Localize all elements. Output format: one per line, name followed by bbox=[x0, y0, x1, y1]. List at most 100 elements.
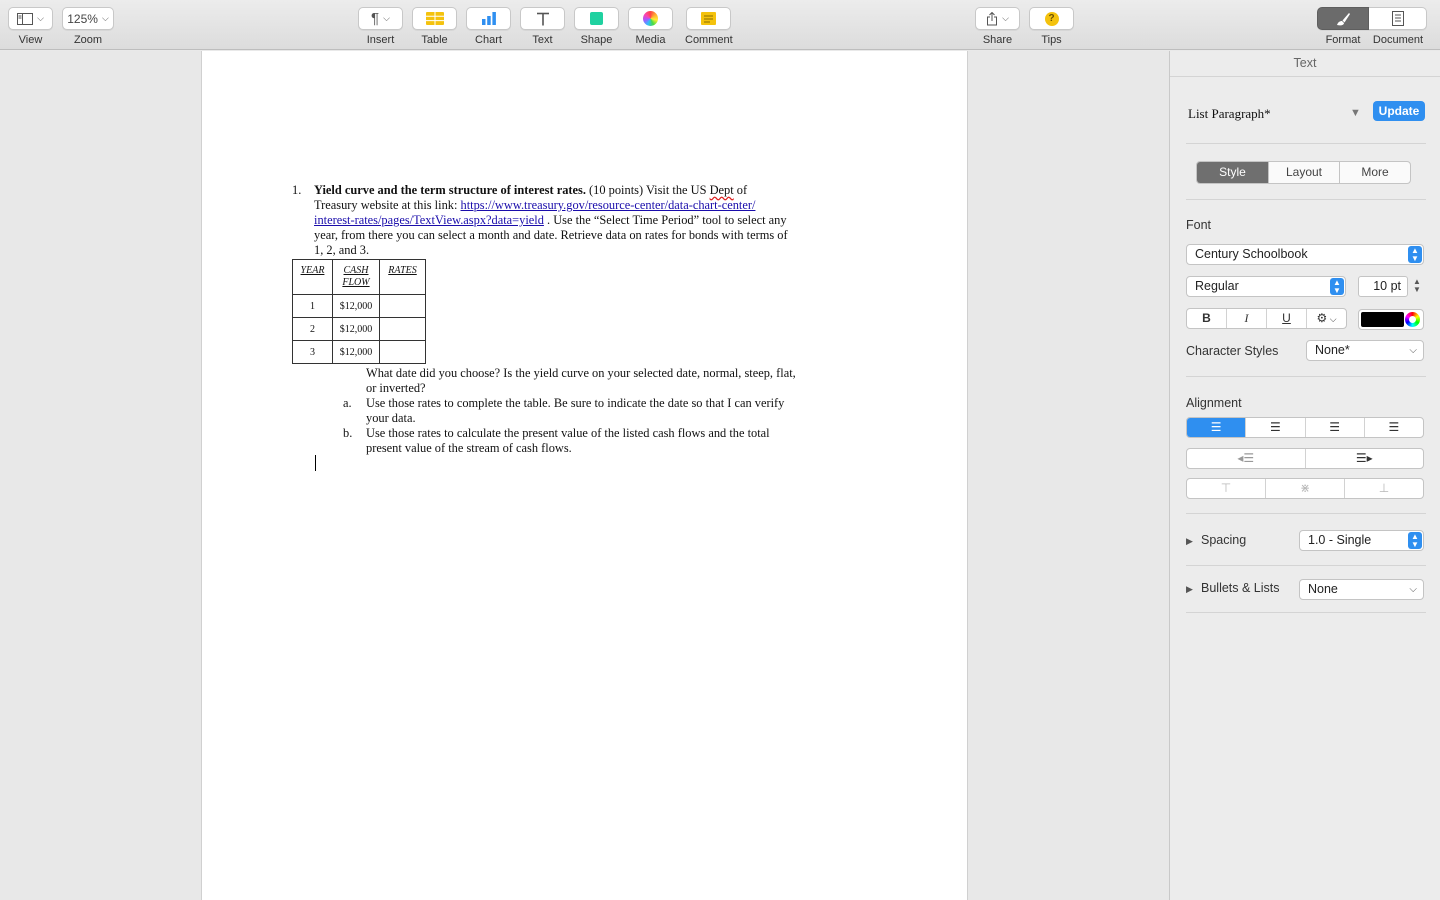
increase-indent-button[interactable]: ☰▸ bbox=[1304, 449, 1424, 468]
align-left-button[interactable]: ☰ bbox=[1187, 418, 1246, 437]
cash-flow-table[interactable]: YEAR CASH FLOW RATES 1 $12,000 2 $12,000… bbox=[292, 259, 426, 364]
document-button[interactable] bbox=[1369, 7, 1427, 30]
paragraph-line[interactable]: Use those rates to calculate the present… bbox=[366, 426, 770, 441]
table-button[interactable] bbox=[412, 7, 457, 30]
document-page[interactable]: 1. Yield curve and the term structure of… bbox=[201, 51, 968, 900]
format-button[interactable] bbox=[1317, 7, 1369, 30]
tab-more[interactable]: More bbox=[1339, 162, 1410, 183]
paragraph-line[interactable]: your data. bbox=[366, 411, 416, 426]
text-options-button[interactable]: ⚙ ⌵ bbox=[1306, 309, 1346, 328]
divider bbox=[1186, 143, 1426, 144]
font-typeface-select[interactable]: Regular ▲ ▼ bbox=[1186, 276, 1346, 297]
zoom-label: Zoom bbox=[73, 34, 103, 46]
underline-button[interactable]: U bbox=[1266, 309, 1306, 328]
table-header-cell[interactable]: RATES bbox=[379, 259, 426, 295]
inspector-segmented-control[interactable] bbox=[1317, 7, 1427, 30]
disclosure-triangle-icon[interactable]: ▶ bbox=[1186, 536, 1193, 547]
table-cell[interactable] bbox=[379, 294, 426, 318]
shape-control[interactable]: Shape bbox=[574, 7, 619, 46]
update-style-button[interactable]: Update bbox=[1373, 101, 1425, 121]
tips-button[interactable]: ? bbox=[1029, 7, 1074, 30]
tips-control[interactable]: ? Tips bbox=[1029, 7, 1074, 46]
font-family-select[interactable]: Century Schoolbook ▲ ▼ bbox=[1186, 244, 1424, 265]
share-control[interactable]: ⌵ Share bbox=[975, 7, 1020, 46]
table-cell[interactable]: $12,000 bbox=[332, 317, 380, 341]
table-cell[interactable]: 1 bbox=[292, 294, 333, 318]
line-spacing-select[interactable]: 1.0 - Single ▲ ▼ bbox=[1299, 530, 1424, 551]
format-label: Format bbox=[1325, 34, 1361, 46]
italic-button[interactable]: I bbox=[1226, 309, 1266, 328]
paragraph-line[interactable]: What date did you choose? Is the yield c… bbox=[366, 366, 796, 381]
paragraph-line[interactable]: or inverted? bbox=[366, 381, 426, 396]
share-button[interactable]: ⌵ bbox=[975, 7, 1020, 30]
paragraph-line[interactable]: 1, 2, and 3. bbox=[314, 243, 369, 258]
align-center-button[interactable]: ☰ bbox=[1245, 418, 1304, 437]
align-top-button[interactable]: ⊤ bbox=[1187, 479, 1265, 498]
zoom-control[interactable]: 125% ⌵ Zoom bbox=[62, 7, 114, 46]
shape-label: Shape bbox=[580, 34, 613, 46]
view-button[interactable]: ⌵ bbox=[8, 7, 53, 30]
bold-button[interactable]: B bbox=[1187, 309, 1226, 328]
tab-layout[interactable]: Layout bbox=[1268, 162, 1339, 183]
text-button[interactable] bbox=[520, 7, 565, 30]
comment-button[interactable] bbox=[686, 7, 732, 30]
bullets-lists-section-label[interactable]: Bullets & Lists bbox=[1201, 581, 1280, 595]
table-cell[interactable]: 3 bbox=[292, 340, 333, 364]
table-cell[interactable]: 2 bbox=[292, 317, 333, 341]
treasury-link[interactable]: https://www.treasury.gov/resource-center… bbox=[461, 198, 756, 212]
paragraph-line[interactable]: interest-rates/pages/TextView.aspx?data=… bbox=[314, 213, 787, 228]
align-right-icon: ☰ bbox=[1329, 420, 1340, 434]
pilcrow-icon: ¶ bbox=[371, 10, 380, 27]
paragraph-line[interactable]: present value of the stream of cash flow… bbox=[366, 441, 572, 456]
disclosure-triangle-icon[interactable]: ▶ bbox=[1186, 584, 1193, 595]
paragraph-line[interactable]: Yield curve and the term structure of in… bbox=[314, 183, 747, 198]
align-bottom-button[interactable]: ⊥ bbox=[1344, 479, 1423, 498]
character-style-select[interactable]: None* ⌵ bbox=[1306, 340, 1424, 361]
color-swatch[interactable] bbox=[1361, 312, 1404, 327]
chart-button[interactable] bbox=[466, 7, 511, 30]
insert-control[interactable]: ¶ ⌵ Insert bbox=[358, 7, 403, 46]
spacing-section-label[interactable]: Spacing bbox=[1201, 533, 1246, 547]
character-styles-label: Character Styles bbox=[1186, 344, 1279, 358]
insert-button[interactable]: ¶ ⌵ bbox=[358, 7, 403, 30]
media-control[interactable]: Media bbox=[628, 7, 673, 46]
shape-button[interactable] bbox=[574, 7, 619, 30]
table-cell[interactable] bbox=[379, 340, 426, 364]
treasury-link-continued[interactable]: interest-rates/pages/TextView.aspx?data=… bbox=[314, 213, 544, 227]
paragraph-line[interactable]: Use those rates to complete the table. B… bbox=[366, 396, 784, 411]
bullets-lists-select[interactable]: None ⌵ bbox=[1299, 579, 1424, 600]
zoom-button[interactable]: 125% ⌵ bbox=[62, 7, 114, 30]
font-size-stepper[interactable]: ▲ ▼ bbox=[1411, 278, 1423, 294]
comment-label: Comment bbox=[685, 34, 733, 46]
align-justify-button[interactable]: ☰ bbox=[1363, 418, 1423, 437]
paragraph-style-dropdown-icon[interactable]: ▼ bbox=[1350, 107, 1361, 119]
color-wheel-icon[interactable] bbox=[1405, 312, 1420, 327]
align-right-button[interactable]: ☰ bbox=[1304, 418, 1364, 437]
paragraph-style-name[interactable]: List Paragraph* bbox=[1188, 106, 1271, 122]
media-button[interactable] bbox=[628, 7, 673, 30]
inspector-toggle[interactable]: Format Document bbox=[1317, 7, 1427, 46]
divider bbox=[1186, 199, 1426, 200]
tab-style[interactable]: Style bbox=[1197, 162, 1268, 183]
document-canvas[interactable]: 1. Yield curve and the term structure of… bbox=[0, 51, 1169, 900]
table-cell[interactable]: $12,000 bbox=[332, 340, 380, 364]
font-size-field[interactable]: 10 pt bbox=[1358, 276, 1408, 297]
paragraph-line[interactable]: Treasury website at this link: https://w… bbox=[314, 198, 755, 213]
table-control[interactable]: Table bbox=[412, 7, 457, 46]
decrease-indent-button[interactable]: ◂☰ bbox=[1187, 449, 1305, 468]
shape-icon bbox=[590, 12, 603, 25]
chart-control[interactable]: Chart bbox=[466, 7, 511, 46]
align-middle-button[interactable]: ⋇ bbox=[1265, 479, 1344, 498]
table-header-cell[interactable]: CASH FLOW bbox=[332, 259, 380, 295]
toolbar: ⌵ View 125% ⌵ Zoom ¶ ⌵ Insert Table Char… bbox=[0, 0, 1440, 50]
chart-label: Chart bbox=[475, 34, 502, 46]
view-control[interactable]: ⌵ View bbox=[8, 7, 53, 46]
table-cell[interactable]: $12,000 bbox=[332, 294, 380, 318]
text-color-well[interactable] bbox=[1358, 309, 1424, 330]
misspelled-word[interactable]: Dept bbox=[710, 183, 734, 197]
text-control[interactable]: Text bbox=[520, 7, 565, 46]
table-header-cell[interactable]: YEAR bbox=[292, 259, 333, 295]
paragraph-line[interactable]: year, from there you can select a month … bbox=[314, 228, 788, 243]
table-cell[interactable] bbox=[379, 317, 426, 341]
comment-control[interactable]: Comment bbox=[685, 7, 733, 46]
